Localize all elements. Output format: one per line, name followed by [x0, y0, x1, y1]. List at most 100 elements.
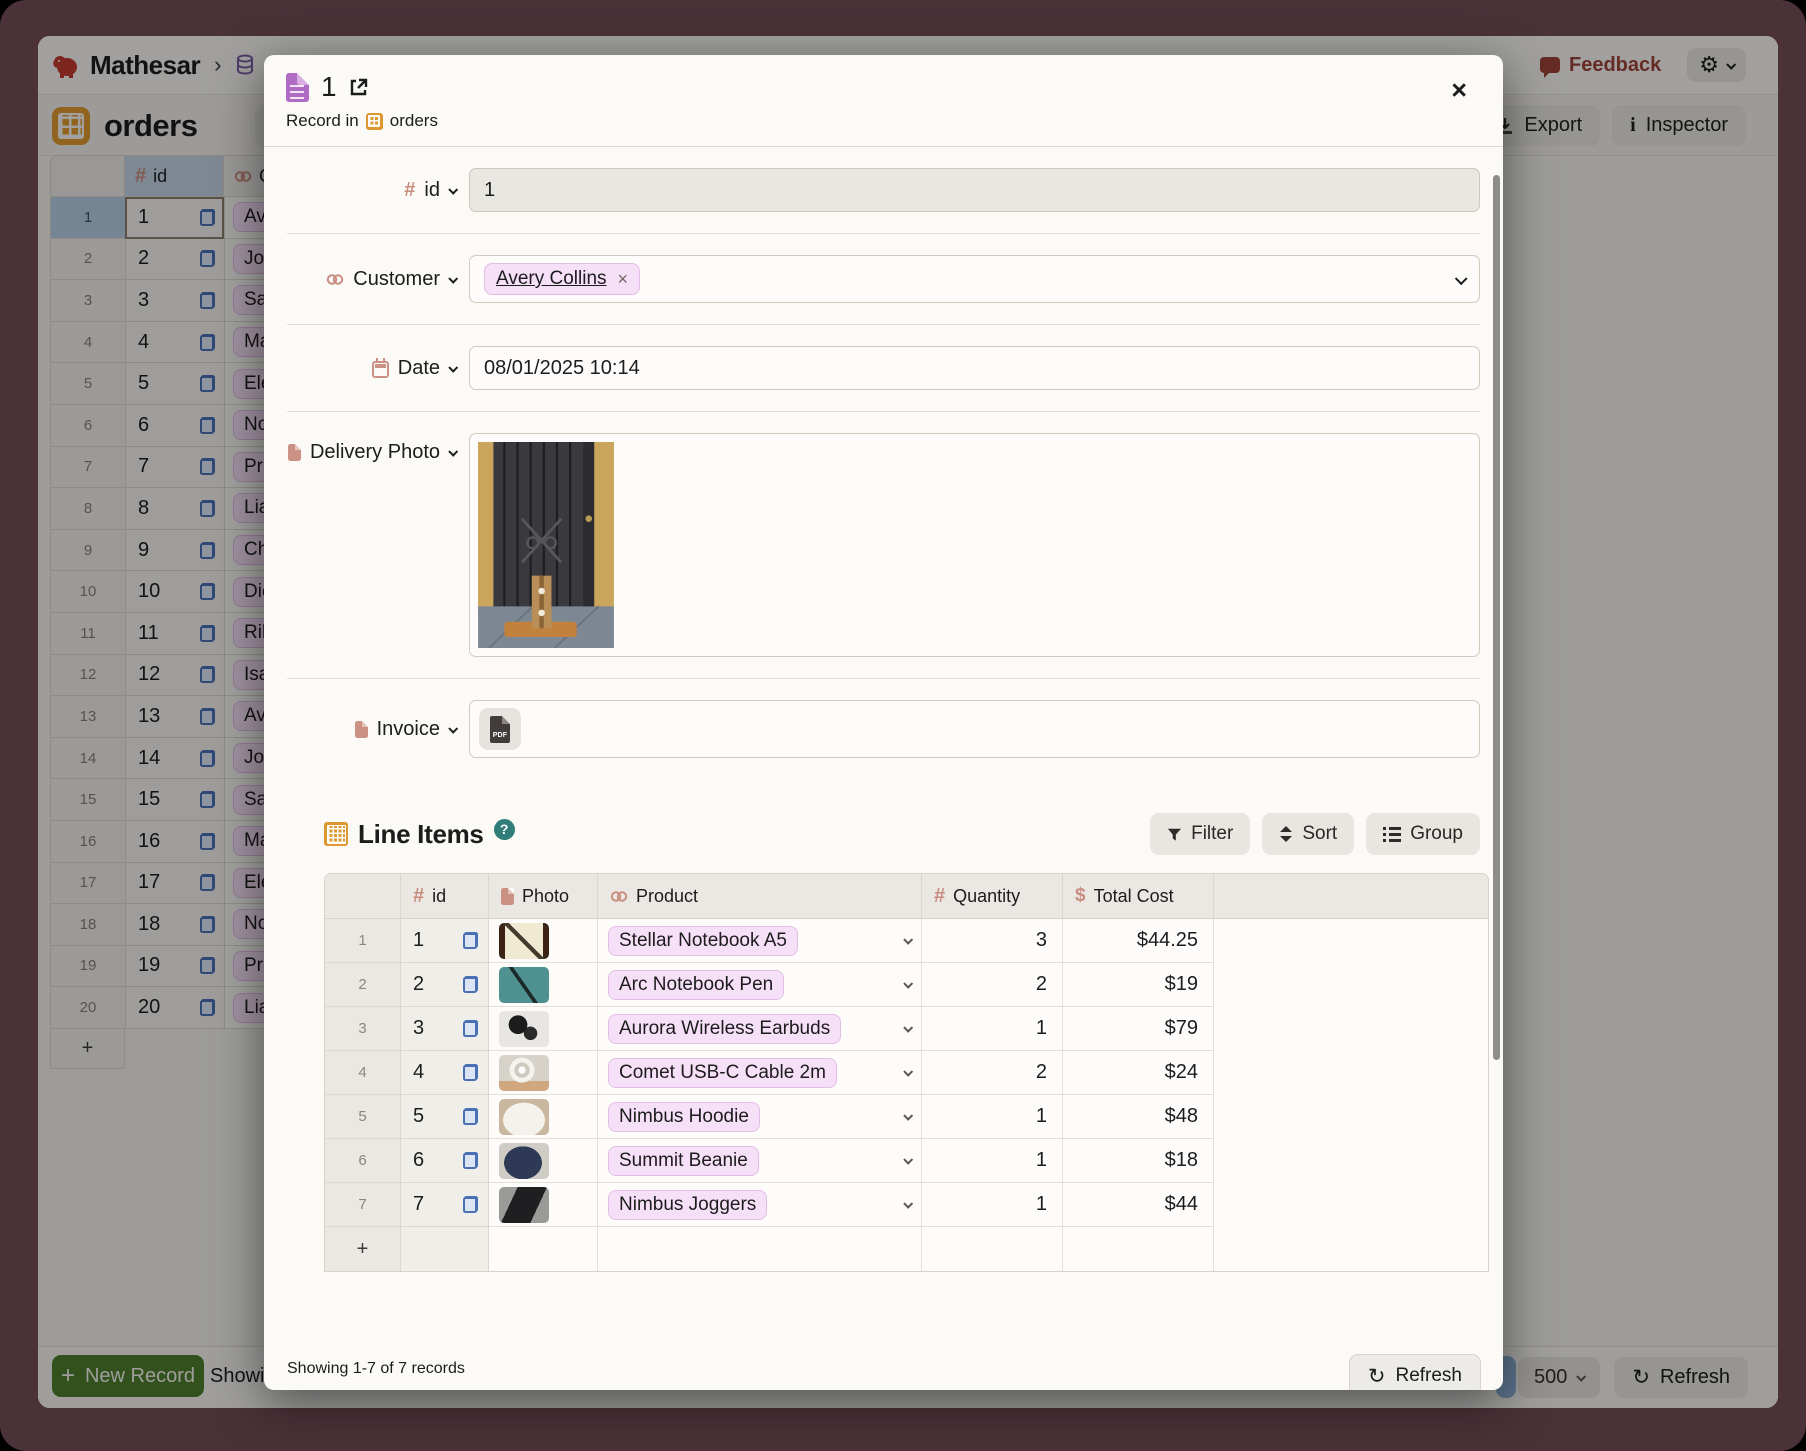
row-number-cell[interactable]: 3	[325, 1007, 401, 1051]
row-number-cell[interactable]: 5	[325, 1095, 401, 1139]
photo-cell[interactable]	[489, 1183, 598, 1227]
total-cost-cell[interactable]: $19	[1063, 963, 1214, 1007]
quantity-cell[interactable]: 1	[922, 1007, 1063, 1051]
id-cell[interactable]: 3	[401, 1007, 489, 1051]
close-icon[interactable]: ×	[1451, 77, 1467, 104]
photo-cell[interactable]	[489, 1139, 598, 1183]
id-cell[interactable]: 6	[401, 1139, 489, 1183]
product-cell[interactable]: Nimbus Hoodie	[598, 1095, 922, 1139]
group-button[interactable]: Group	[1366, 813, 1480, 855]
column-header-total-cost[interactable]: $ Total Cost	[1063, 874, 1214, 919]
copy-icon[interactable]	[463, 932, 478, 949]
total-cost-cell[interactable]: $79	[1063, 1007, 1214, 1051]
field-label-delivery-photo[interactable]: Delivery Photo	[287, 441, 469, 464]
total-cost-cell[interactable]: $44.25	[1063, 919, 1214, 963]
row-number-cell[interactable]: 1	[325, 919, 401, 963]
copy-icon[interactable]	[463, 1152, 478, 1169]
total-cost-cell[interactable]: $44	[1063, 1183, 1214, 1227]
product-pill[interactable]: Stellar Notebook A5	[608, 926, 798, 956]
delivery-photo-field[interactable]	[469, 433, 1480, 657]
photo-cell[interactable]	[489, 919, 598, 963]
chevron-down-icon[interactable]	[903, 935, 913, 945]
chevron-down-icon[interactable]	[1455, 272, 1468, 285]
column-header-id[interactable]: # id	[401, 874, 489, 919]
customer-value-pill[interactable]: Avery Collins ×	[484, 263, 640, 295]
photo-cell[interactable]	[489, 963, 598, 1007]
help-icon[interactable]: ?	[494, 819, 515, 840]
product-photo-thumbnail[interactable]	[499, 1055, 549, 1091]
product-pill[interactable]: Comet USB-C Cable 2m	[608, 1058, 837, 1088]
chevron-down-icon[interactable]	[903, 1111, 913, 1121]
filter-button[interactable]: Filter	[1150, 813, 1250, 855]
customer-value[interactable]: Avery Collins	[496, 268, 607, 290]
product-photo-thumbnail[interactable]	[499, 1011, 549, 1047]
field-label-customer[interactable]: Customer	[287, 268, 469, 291]
row-number-cell[interactable]: 4	[325, 1051, 401, 1095]
pdf-file-chip[interactable]: PDF	[479, 708, 521, 750]
product-photo-thumbnail[interactable]	[499, 1099, 549, 1135]
row-number-cell[interactable]: 2	[325, 963, 401, 1007]
id-cell[interactable]: 1	[401, 919, 489, 963]
product-cell[interactable]: Nimbus Joggers	[598, 1183, 922, 1227]
product-pill[interactable]: Nimbus Hoodie	[608, 1102, 760, 1132]
chevron-down-icon[interactable]	[903, 1067, 913, 1077]
photo-cell[interactable]	[489, 1051, 598, 1095]
record-context-table[interactable]: orders	[390, 111, 438, 131]
id-cell[interactable]: 4	[401, 1051, 489, 1095]
column-header-quantity[interactable]: # Quantity	[922, 874, 1063, 919]
product-cell[interactable]: Aurora Wireless Earbuds	[598, 1007, 922, 1051]
quantity-cell[interactable]: 1	[922, 1183, 1063, 1227]
copy-icon[interactable]	[463, 1020, 478, 1037]
id-cell[interactable]: 2	[401, 963, 489, 1007]
date-input[interactable]: 08/01/2025 10:14	[469, 346, 1480, 390]
remove-icon[interactable]: ×	[618, 269, 629, 290]
invoice-field[interactable]: PDF	[469, 700, 1480, 758]
chevron-down-icon[interactable]	[903, 979, 913, 989]
product-cell[interactable]: Comet USB-C Cable 2m	[598, 1051, 922, 1095]
total-cost-cell[interactable]: $48	[1063, 1095, 1214, 1139]
product-photo-thumbnail[interactable]	[499, 967, 549, 1003]
product-cell[interactable]: Stellar Notebook A5	[598, 919, 922, 963]
field-label-id[interactable]: # id	[287, 179, 469, 202]
total-cost-cell[interactable]: $18	[1063, 1139, 1214, 1183]
column-header-product[interactable]: Product	[598, 874, 922, 919]
id-cell[interactable]: 5	[401, 1095, 489, 1139]
product-photo-thumbnail[interactable]	[499, 1143, 549, 1179]
product-pill[interactable]: Nimbus Joggers	[608, 1190, 767, 1220]
copy-icon[interactable]	[463, 1196, 478, 1213]
photo-cell[interactable]	[489, 1007, 598, 1051]
product-cell[interactable]: Summit Beanie	[598, 1139, 922, 1183]
quantity-cell[interactable]: 3	[922, 919, 1063, 963]
add-line-item-row[interactable]: +	[325, 1227, 401, 1271]
copy-icon[interactable]	[463, 1108, 478, 1125]
quantity-cell[interactable]: 2	[922, 963, 1063, 1007]
customer-input[interactable]: Avery Collins ×	[469, 255, 1480, 303]
quantity-cell[interactable]: 1	[922, 1095, 1063, 1139]
sort-button[interactable]: Sort	[1262, 813, 1354, 855]
copy-icon[interactable]	[463, 1064, 478, 1081]
row-number-cell[interactable]: 7	[325, 1183, 401, 1227]
column-header-photo[interactable]: Photo	[489, 874, 598, 919]
row-number-cell[interactable]: 6	[325, 1139, 401, 1183]
chevron-down-icon[interactable]	[903, 1199, 913, 1209]
field-label-date[interactable]: Date	[287, 357, 469, 380]
id-cell[interactable]: 7	[401, 1183, 489, 1227]
copy-icon[interactable]	[463, 976, 478, 993]
photo-cell[interactable]	[489, 1095, 598, 1139]
field-label-invoice[interactable]: Invoice	[287, 718, 469, 741]
product-pill[interactable]: Summit Beanie	[608, 1146, 759, 1176]
quantity-cell[interactable]: 2	[922, 1051, 1063, 1095]
chevron-down-icon[interactable]	[903, 1155, 913, 1165]
delivery-photo-image[interactable]	[478, 442, 614, 648]
product-pill[interactable]: Arc Notebook Pen	[608, 970, 784, 1000]
product-cell[interactable]: Arc Notebook Pen	[598, 963, 922, 1007]
product-photo-thumbnail[interactable]	[499, 923, 549, 959]
chevron-down-icon[interactable]	[903, 1023, 913, 1033]
open-record-icon[interactable]	[349, 78, 368, 97]
product-pill[interactable]: Aurora Wireless Earbuds	[608, 1014, 841, 1044]
total-cost-cell[interactable]: $24	[1063, 1051, 1214, 1095]
scrollbar-thumb[interactable]	[1493, 175, 1500, 1060]
refresh-button[interactable]: ↻ Refresh	[1349, 1354, 1481, 1390]
product-photo-thumbnail[interactable]	[499, 1187, 549, 1223]
quantity-cell[interactable]: 1	[922, 1139, 1063, 1183]
